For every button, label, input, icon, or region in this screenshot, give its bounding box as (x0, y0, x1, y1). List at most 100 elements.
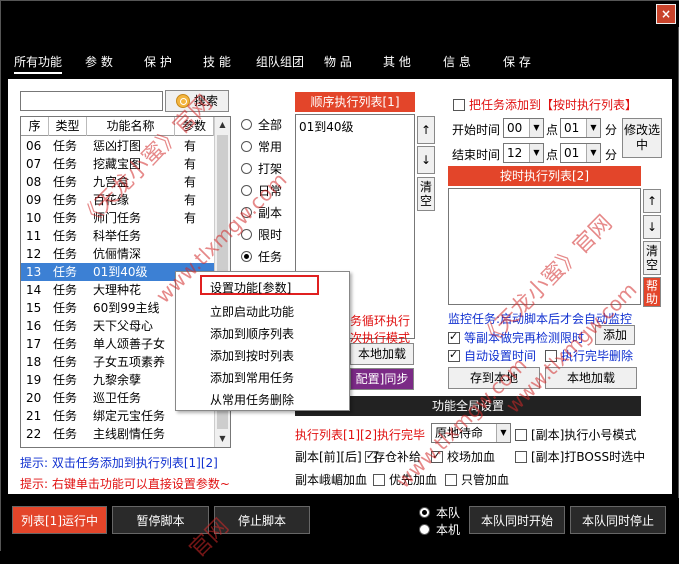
seq-up-button[interactable]: ↑ (417, 116, 435, 144)
team-radio[interactable]: 本队 (419, 504, 460, 521)
small-mode-box[interactable] (515, 429, 527, 441)
tab-skills[interactable]: 技 能 (203, 53, 231, 70)
tab-save[interactable]: 保 存 (503, 53, 531, 70)
row-index: 10 (26, 211, 42, 225)
category-radio[interactable]: 任务 (241, 248, 282, 265)
seq-local-load-button[interactable]: 本地加载 (350, 343, 414, 365)
seq-clear-button[interactable]: 清空 (417, 177, 435, 211)
small-mode-label: [副本]执行小号模式 (531, 428, 637, 442)
ctx-add-common[interactable]: 添加到常用任务 (210, 369, 294, 386)
col-type[interactable]: 类型 (49, 117, 87, 136)
add-timed-checkbox[interactable]: 把任务添加到【按时执行列表】 (453, 96, 637, 113)
context-menu: 设置功能[参数] 立即启动此功能 添加到顺序列表 添加到按时列表 添加到常用任务… (175, 271, 350, 411)
boss-mode-box[interactable] (515, 451, 527, 463)
add-timed-check[interactable] (453, 99, 465, 111)
row-type: 任务 (53, 265, 78, 279)
row-index: 16 (26, 319, 42, 333)
ctx-remove-common[interactable]: 从常用任务删除 (210, 391, 294, 408)
ctx-set-params[interactable]: 设置功能[参数] (210, 279, 291, 296)
end-hour-select[interactable]: 12 ▼ (503, 143, 544, 163)
category-label: 常用 (258, 140, 283, 154)
end-min-value: 01 (564, 146, 580, 160)
local-radio-dot[interactable] (419, 524, 430, 535)
category-radio[interactable]: 常用 (241, 138, 282, 155)
local-radio[interactable]: 本机 (419, 521, 460, 538)
start-min-select[interactable]: 01 ▼ (560, 118, 601, 138)
seq-list-item[interactable]: 01到40级 (299, 118, 354, 135)
category-label: 任务 (258, 250, 283, 264)
tab-params[interactable]: 参 数 (85, 53, 113, 70)
table-row[interactable]: 11 任务 科举任务 (21, 227, 214, 245)
tab-items[interactable]: 物 品 (324, 53, 352, 70)
row-name: 01到40级 (93, 265, 148, 279)
only-add-label: 只管加血 (461, 473, 510, 487)
run-status-button[interactable]: 列表[1]运行中 (12, 506, 107, 534)
boss-mode-check[interactable]: [副本]打BOSS时选中 (515, 448, 645, 465)
tab-team[interactable]: 组队组团 (256, 53, 304, 70)
small-mode-check[interactable]: [副本]执行小号模式 (515, 426, 636, 443)
tab-all[interactable]: 所有功能 (14, 53, 63, 74)
only-add-check[interactable]: 只管加血 (445, 471, 509, 488)
category-radio[interactable]: 全部 (241, 116, 282, 133)
row-index: 11 (26, 229, 42, 243)
seq-sync-button[interactable]: 配置]同步 (350, 368, 414, 390)
row-type: 任务 (53, 373, 78, 387)
help-button[interactable]: 帮助 (643, 277, 661, 307)
category-label: 全部 (258, 118, 283, 132)
timed-clear-button[interactable]: 清空 (643, 241, 661, 275)
team-stop-button[interactable]: 本队同时停止 (570, 506, 666, 534)
tab-protect[interactable]: 保 护 (144, 53, 172, 70)
school-add-label: 校场加血 (447, 450, 496, 464)
radio-dot[interactable] (241, 251, 252, 262)
row-type: 任务 (53, 247, 78, 261)
end-time-label: 结束时间 (452, 148, 501, 162)
start-hour-select[interactable]: 00 ▼ (503, 118, 544, 138)
dungeon-label: 副本[前][后] (295, 450, 362, 464)
ctx-add-seq[interactable]: 添加到顺序列表 (210, 325, 294, 342)
tab-other[interactable]: 其 他 (383, 53, 411, 70)
only-add-box[interactable] (445, 474, 457, 486)
priority-add-box[interactable] (373, 474, 385, 486)
title-bar: × (1, 1, 679, 27)
scroll-up-icon[interactable]: ▲ (215, 117, 230, 132)
row-index: 17 (26, 337, 42, 351)
seq-down-button[interactable]: ↓ (417, 146, 435, 174)
dot-label: 点 (546, 123, 559, 137)
row-name: 九黎余孽 (93, 373, 142, 387)
close-button[interactable]: × (656, 4, 676, 24)
scroll-down-icon[interactable]: ▼ (215, 431, 230, 446)
ctx-start-now[interactable]: 立即启动此功能 (210, 303, 294, 320)
local-radio-label: 本机 (436, 523, 461, 537)
radio-dot[interactable] (241, 119, 252, 130)
auto-set-box[interactable] (448, 348, 460, 362)
radio-dot[interactable] (241, 163, 252, 174)
timed-list-title: 按时执行列表[2] (448, 166, 641, 186)
dungeon-before-after-check[interactable]: 副本[前][后] (295, 448, 381, 465)
ctx-add-timed[interactable]: 添加到按时列表 (210, 347, 294, 364)
wait-check-box[interactable] (448, 330, 460, 344)
col-index[interactable]: 序 (21, 117, 49, 136)
category-label: 限时 (258, 228, 283, 242)
end-min-select[interactable]: 01 ▼ (560, 143, 601, 163)
hint-right-click: 提示: 右键单击功能可以直接设置参数~ (20, 477, 230, 491)
edit-selected-button[interactable]: 修改选中 (622, 118, 662, 158)
search-input[interactable] (20, 91, 163, 111)
team-radio-dot[interactable] (419, 507, 430, 518)
row-index: 21 (26, 409, 42, 423)
row-index: 14 (26, 283, 42, 297)
table-row[interactable]: 22 任务 主线剧情任务 (21, 425, 214, 443)
row-name: 大理种花 (93, 283, 142, 297)
row-type: 任务 (53, 139, 78, 153)
app-window: × 所有功能 参 数 保 护 技 能 组队组团 物 品 其 他 信 息 保 存 … (0, 0, 679, 563)
table-row[interactable]: 10 任务 师门任务有 (21, 209, 214, 227)
row-index: 09 (26, 193, 42, 207)
radio-dot[interactable] (241, 141, 252, 152)
end-hour-value: 12 (507, 146, 523, 160)
timed-up-button[interactable]: ↑ (643, 189, 661, 213)
auto-set-label: 自动设置时间 (464, 349, 537, 363)
minute-label: 分 (605, 123, 618, 137)
timed-down-button[interactable]: ↓ (643, 215, 661, 239)
row-index: 12 (26, 247, 42, 261)
team-start-button[interactable]: 本队同时开始 (469, 506, 565, 534)
tab-info[interactable]: 信 息 (443, 53, 471, 70)
